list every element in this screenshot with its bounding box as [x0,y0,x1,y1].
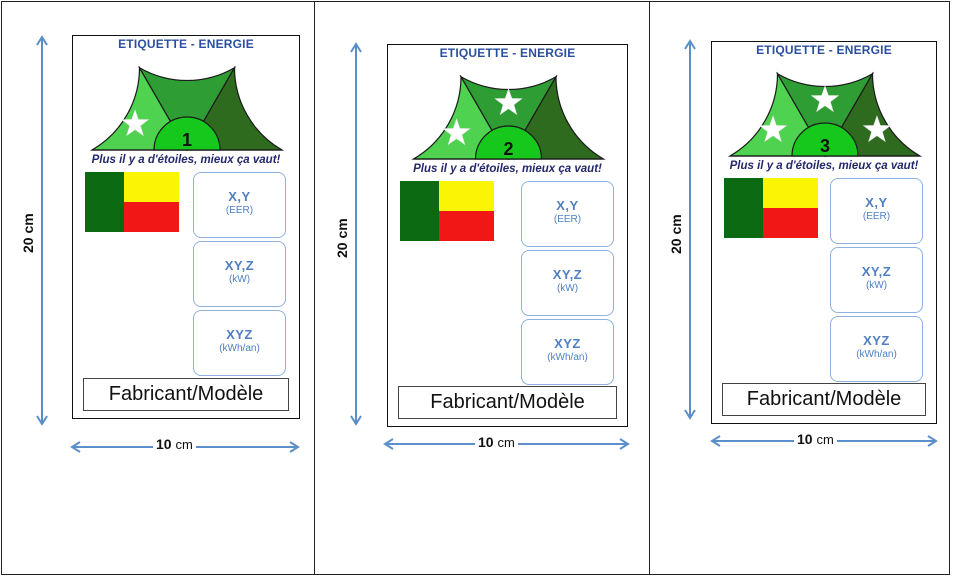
width-number: 10 [797,431,813,447]
width-unit: cm [816,432,834,447]
height-dimension-label: 20 cm [668,212,684,256]
dimension-arrows [684,39,938,447]
width-dimension-label: 10 cm [794,431,837,447]
